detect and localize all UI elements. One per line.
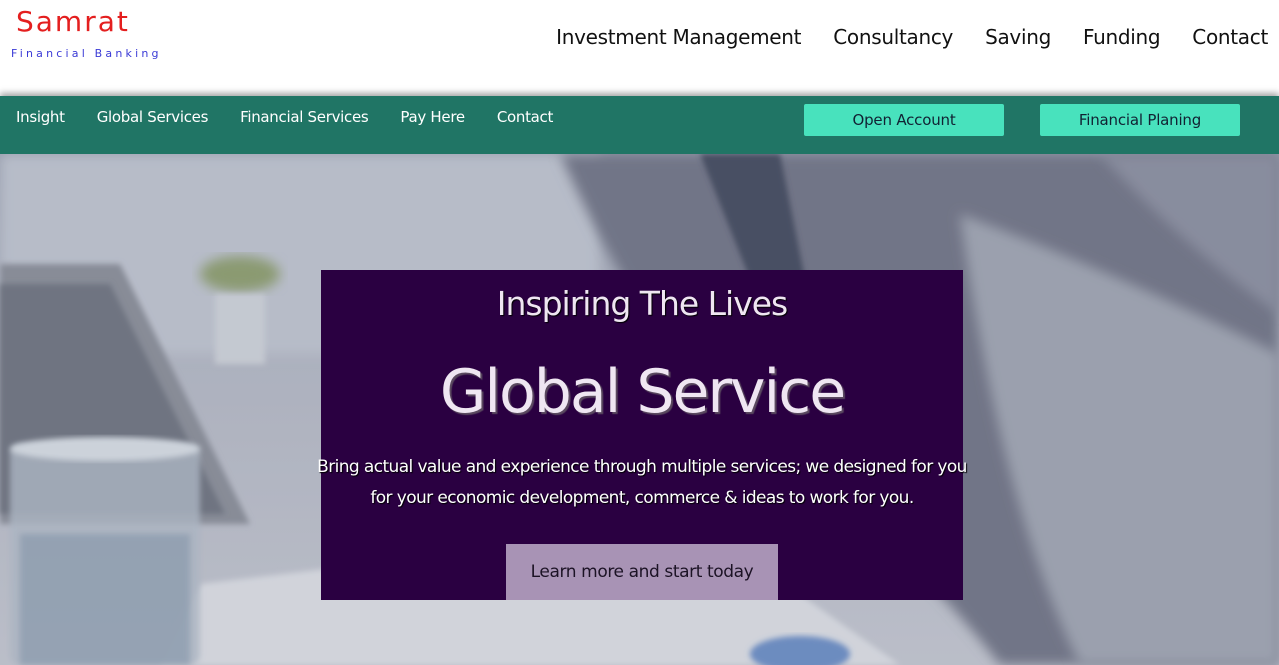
main-nav-investment-management[interactable]: Investment Management	[556, 23, 801, 51]
hero-kicker: Inspiring The Lives	[496, 284, 789, 323]
sub-nav-global-services[interactable]: Global Services	[97, 106, 209, 128]
open-account-button[interactable]: Open Account	[804, 104, 1004, 136]
main-nav: Investment Management Consultancy Saving…	[524, 23, 1268, 51]
sub-nav-pay-here[interactable]: Pay Here	[400, 106, 465, 128]
hero-card: Inspiring The Lives Global Service Bring…	[317, 270, 967, 600]
main-nav-contact[interactable]: Contact	[1192, 23, 1268, 51]
hero-title: Global Service	[439, 357, 846, 427]
main-nav-funding[interactable]: Funding	[1083, 23, 1161, 51]
sub-nav-financial-services[interactable]: Financial Services	[240, 106, 369, 128]
secondary-nav: Insight Global Services Financial Servic…	[16, 106, 585, 128]
financial-planing-button[interactable]: Financial Planing	[1040, 104, 1240, 136]
main-nav-consultancy[interactable]: Consultancy	[833, 23, 953, 51]
top-header: Samrat Financial Banking Investment Mana…	[0, 0, 1279, 96]
hero-description: Bring actual value and experience throug…	[317, 457, 967, 508]
brand-name[interactable]: Samrat	[16, 4, 130, 40]
sub-nav-contact[interactable]: Contact	[497, 106, 554, 128]
secondary-nav-bar: Insight Global Services Financial Servic…	[0, 96, 1279, 154]
brand-tagline: Financial Banking	[11, 47, 162, 60]
main-nav-saving[interactable]: Saving	[985, 23, 1051, 51]
sub-nav-insight[interactable]: Insight	[16, 106, 65, 128]
learn-more-button[interactable]: Learn more and start today	[506, 544, 778, 600]
